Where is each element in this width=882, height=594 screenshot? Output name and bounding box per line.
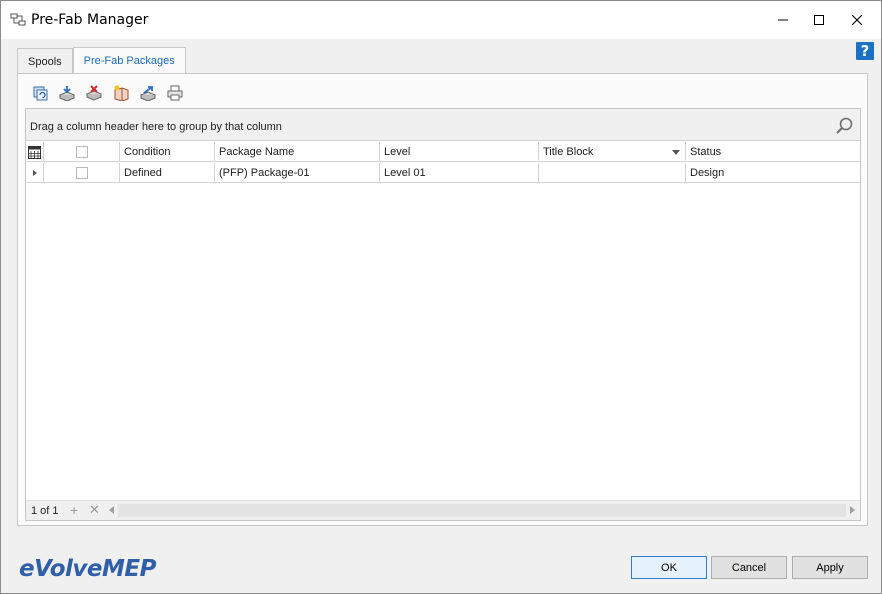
select-all-checkbox-cell bbox=[44, 142, 120, 162]
cell-condition[interactable]: Defined bbox=[120, 163, 215, 183]
tab-spools[interactable]: Spools bbox=[17, 48, 73, 74]
scroll-left-icon[interactable] bbox=[109, 506, 114, 514]
group-by-panel[interactable]: Drag a column header here to group by th… bbox=[26, 109, 860, 141]
column-header-package-name[interactable]: Package Name bbox=[215, 142, 380, 162]
prefab-packages-panel: Drag a column header here to group by th… bbox=[17, 73, 868, 526]
delete-button[interactable] bbox=[84, 83, 104, 103]
new-package-icon bbox=[114, 85, 129, 101]
group-by-hint: Drag a column header here to group by th… bbox=[30, 121, 282, 133]
prefab-app-icon bbox=[10, 12, 26, 28]
grid-footer: 1 of 1 + ✕ bbox=[26, 500, 860, 520]
evolvemep-logo: eVolveMEP bbox=[19, 556, 156, 582]
column-header-level[interactable]: Level bbox=[380, 142, 539, 162]
chevron-right-icon bbox=[33, 170, 37, 176]
column-header-status[interactable]: Status bbox=[686, 142, 860, 162]
row-checkbox[interactable] bbox=[76, 167, 88, 179]
export-icon bbox=[140, 86, 156, 101]
add-record-button[interactable]: + bbox=[70, 502, 78, 518]
horizontal-scrollbar[interactable] bbox=[106, 502, 858, 519]
print-icon bbox=[167, 85, 183, 101]
packages-grid: Drag a column header here to group by th… bbox=[25, 108, 861, 521]
tab-strip: Spools Pre-Fab Packages bbox=[17, 47, 186, 74]
refresh-icon bbox=[33, 86, 48, 101]
column-header-title-block[interactable]: Title Block bbox=[539, 142, 686, 162]
column-header-title-block-label: Title Block bbox=[543, 146, 594, 158]
apply-button[interactable]: Apply bbox=[792, 556, 868, 579]
row-expand-button[interactable] bbox=[26, 163, 44, 183]
cell-package-name[interactable]: (PFP) Package-01 bbox=[215, 163, 380, 183]
import-icon bbox=[59, 86, 75, 101]
column-chooser-button[interactable] bbox=[26, 142, 44, 162]
minimize-button[interactable] bbox=[765, 1, 801, 39]
refresh-button[interactable] bbox=[30, 83, 50, 103]
scroll-right-icon[interactable] bbox=[850, 506, 855, 514]
toolbar bbox=[30, 83, 185, 103]
column-header-condition[interactable]: Condition bbox=[120, 142, 215, 162]
table-row[interactable]: Defined (PFP) Package-01 Level 01 Design bbox=[26, 163, 860, 183]
export-button[interactable] bbox=[138, 83, 158, 103]
ok-button[interactable]: OK bbox=[631, 556, 707, 579]
cancel-button[interactable]: Cancel bbox=[711, 556, 787, 579]
close-button[interactable] bbox=[839, 1, 875, 39]
print-button[interactable] bbox=[165, 83, 185, 103]
import-button[interactable] bbox=[57, 83, 77, 103]
cell-title-block[interactable] bbox=[539, 163, 686, 183]
tab-prefab-packages[interactable]: Pre-Fab Packages bbox=[72, 47, 186, 74]
row-checkbox-cell bbox=[44, 163, 120, 183]
window-title: Pre-Fab Manager bbox=[31, 12, 149, 28]
scrollbar-thumb[interactable] bbox=[118, 504, 846, 517]
title-bar: Pre-Fab Manager bbox=[1, 1, 881, 39]
pager-record-count: 1 of 1 bbox=[31, 505, 59, 517]
maximize-button[interactable] bbox=[801, 1, 837, 39]
column-header-row: Condition Package Name Level Title Block… bbox=[26, 142, 860, 162]
cell-level[interactable]: Level 01 bbox=[380, 163, 539, 183]
delete-icon bbox=[86, 85, 102, 101]
search-icon[interactable] bbox=[834, 116, 854, 139]
prefab-manager-window: Pre-Fab Manager ? Spools Pre-Fab Package… bbox=[0, 0, 882, 594]
delete-record-button[interactable]: ✕ bbox=[89, 502, 100, 518]
help-button[interactable]: ? bbox=[856, 42, 874, 60]
select-all-checkbox[interactable] bbox=[76, 146, 88, 158]
cell-status[interactable]: Design bbox=[686, 163, 860, 183]
new-package-button[interactable] bbox=[111, 83, 131, 103]
filter-dropdown-icon[interactable] bbox=[672, 150, 680, 155]
column-chooser-icon bbox=[28, 145, 41, 159]
